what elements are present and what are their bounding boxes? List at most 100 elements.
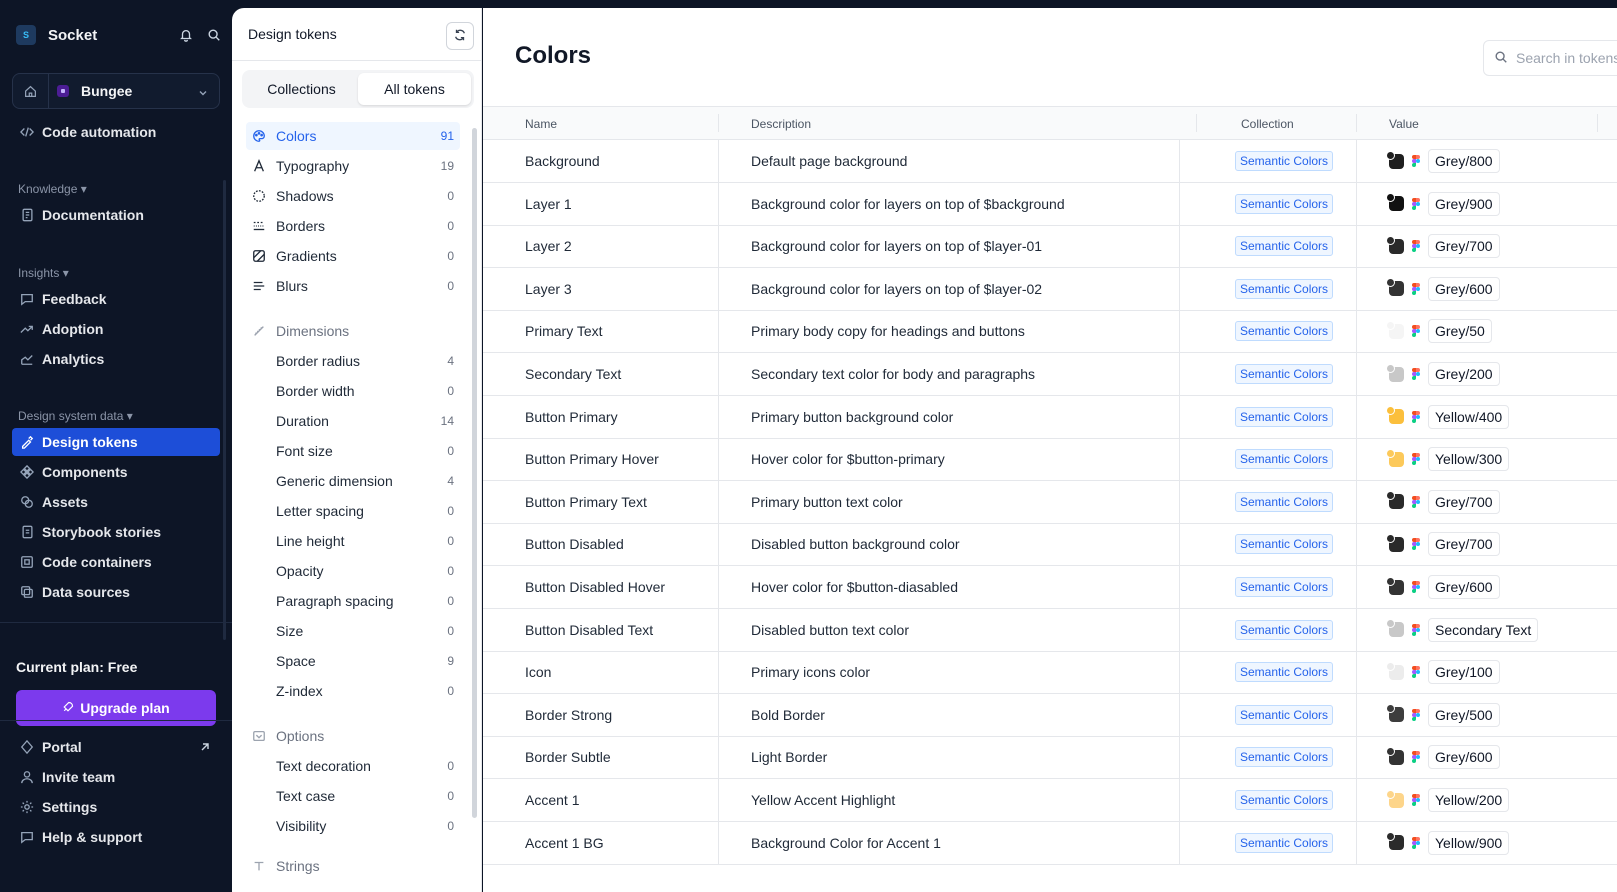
search-field[interactable] — [1483, 40, 1617, 76]
nav-code-automation[interactable]: Code automation — [12, 118, 220, 146]
nav-assets[interactable]: Assets — [12, 488, 220, 516]
value-reference[interactable]: Secondary Text — [1428, 617, 1539, 642]
collection-badge[interactable]: Semantic Colors — [1235, 662, 1334, 683]
collection-badge[interactable]: Semantic Colors — [1235, 619, 1334, 640]
table-row[interactable]: Primary Text Primary body copy for headi… — [483, 310, 1617, 354]
nav-storybook[interactable]: Storybook stories — [12, 518, 220, 546]
collection-badge[interactable]: Semantic Colors — [1235, 236, 1334, 257]
table-row[interactable]: Accent 1 BG Background Color for Accent … — [483, 821, 1617, 865]
value-reference[interactable]: Grey/600 — [1428, 575, 1500, 599]
table-row[interactable]: Button Disabled Hover Hover color for $b… — [483, 566, 1617, 609]
collection-badge[interactable]: Semantic Colors — [1235, 278, 1334, 299]
token-type-shadows[interactable]: Shadows 0 — [246, 182, 460, 210]
value-reference[interactable]: Grey/700 — [1428, 489, 1500, 514]
table-row[interactable]: Button Disabled Disabled button backgrou… — [483, 523, 1617, 567]
token-type-typography[interactable]: Typography 19 — [246, 152, 460, 180]
value-reference[interactable]: Grey/600 — [1428, 276, 1500, 301]
value-reference[interactable]: Grey/800 — [1428, 149, 1500, 173]
value-reference[interactable]: Grey/900 — [1428, 191, 1500, 216]
column-resizer[interactable] — [1196, 114, 1197, 132]
token-type-item[interactable]: Line height 0 — [246, 527, 460, 555]
column-resizer[interactable] — [1356, 114, 1357, 132]
column-value[interactable]: Value — [1389, 117, 1419, 131]
nav-adoption[interactable]: Adoption — [12, 315, 220, 343]
token-type-item[interactable]: Border radius 4 — [246, 347, 460, 375]
token-type-gradients[interactable]: Gradients 0 — [246, 242, 460, 270]
refresh-button[interactable] — [446, 22, 474, 50]
token-type-borders[interactable]: Borders 0 — [246, 212, 460, 240]
token-type-item[interactable]: Z-index 0 — [246, 677, 460, 705]
column-resizer[interactable] — [1597, 114, 1598, 132]
table-row[interactable]: Icon Primary icons color Semantic Colors… — [483, 651, 1617, 695]
token-type-item[interactable]: Font size 0 — [246, 437, 460, 465]
workspace-switcher[interactable]: Bungee — [12, 73, 220, 109]
token-type-colors[interactable]: Colors 91 — [246, 122, 460, 150]
value-reference[interactable]: Grey/600 — [1428, 745, 1500, 770]
token-type-item[interactable]: Duration 14 — [246, 407, 460, 435]
value-reference[interactable]: Grey/700 — [1428, 234, 1500, 259]
table-row[interactable]: Background Default page background Seman… — [483, 140, 1617, 183]
home-icon[interactable] — [13, 74, 49, 108]
group-options[interactable]: Options — [246, 722, 460, 750]
table-row[interactable]: Button Primary Hover Hover color for $bu… — [483, 438, 1617, 482]
search-input[interactable] — [1516, 50, 1617, 66]
table-row[interactable]: Layer 3 Background color for layers on t… — [483, 267, 1617, 311]
collection-badge[interactable]: Semantic Colors — [1235, 193, 1334, 214]
column-resizer[interactable] — [718, 114, 719, 132]
collection-badge[interactable]: Semantic Colors — [1235, 406, 1334, 427]
table-row[interactable]: Layer 2 Background color for layers on t… — [483, 225, 1617, 269]
panel-scrollbar[interactable] — [472, 128, 477, 818]
value-reference[interactable]: Grey/100 — [1428, 660, 1500, 685]
column-description[interactable]: Description — [751, 117, 811, 131]
nav-design-tokens[interactable]: Design tokens — [12, 428, 220, 456]
table-row[interactable]: Layer 1 Background color for layers on t… — [483, 182, 1617, 226]
nav-settings[interactable]: Settings — [12, 793, 220, 821]
nav-feedback[interactable]: Feedback — [12, 285, 220, 313]
value-reference[interactable]: Grey/50 — [1428, 319, 1492, 344]
nav-scrollbar[interactable] — [223, 180, 226, 640]
group-dimensions[interactable]: Dimensions — [246, 317, 460, 345]
token-type-item[interactable]: Paragraph spacing 0 — [246, 587, 460, 615]
collection-badge[interactable]: Semantic Colors — [1235, 491, 1334, 512]
column-collection[interactable]: Collection — [1241, 117, 1294, 131]
table-row[interactable]: Button Primary Primary button background… — [483, 395, 1617, 439]
value-reference[interactable]: Yellow/400 — [1428, 404, 1510, 429]
bell-icon[interactable] — [179, 28, 193, 42]
table-row[interactable]: Border Strong Bold Border Semantic Color… — [483, 693, 1617, 737]
token-type-blurs[interactable]: Blurs 0 — [246, 272, 460, 300]
token-type-item[interactable]: Size 0 — [246, 617, 460, 645]
value-reference[interactable]: Grey/200 — [1428, 362, 1500, 386]
token-type-item[interactable]: Generic dimension 4 — [246, 467, 460, 495]
nav-analytics[interactable]: Analytics — [12, 345, 220, 373]
token-type-item[interactable]: Text case 0 — [246, 782, 460, 810]
collection-badge[interactable]: Semantic Colors — [1235, 577, 1334, 597]
collection-badge[interactable]: Semantic Colors — [1235, 151, 1334, 171]
value-reference[interactable]: Yellow/300 — [1428, 447, 1510, 472]
column-name[interactable]: Name — [525, 117, 557, 131]
table-row[interactable]: Button Disabled Text Disabled button tex… — [483, 608, 1617, 652]
tab-all-tokens[interactable]: All tokens — [358, 73, 471, 105]
search-icon[interactable] — [207, 28, 221, 42]
nav-section-design-system-data[interactable]: Design system data ▾ — [18, 409, 133, 423]
collection-badge[interactable]: Semantic Colors — [1235, 449, 1334, 470]
nav-invite-team[interactable]: Invite team — [12, 763, 220, 791]
collection-badge[interactable]: Semantic Colors — [1235, 790, 1334, 810]
token-type-item[interactable]: Opacity 0 — [246, 557, 460, 585]
nav-help[interactable]: Help & support — [12, 823, 220, 851]
table-row[interactable]: Secondary Text Secondary text color for … — [483, 353, 1617, 396]
group-strings[interactable]: Strings — [246, 852, 460, 880]
collection-badge[interactable]: Semantic Colors — [1235, 321, 1334, 342]
collection-badge[interactable]: Semantic Colors — [1235, 364, 1334, 384]
nav-data-sources[interactable]: Data sources — [12, 578, 220, 606]
value-reference[interactable]: Grey/700 — [1428, 532, 1500, 557]
nav-code-containers[interactable]: Code containers — [12, 548, 220, 576]
collection-badge[interactable]: Semantic Colors — [1235, 704, 1334, 725]
collection-badge[interactable]: Semantic Colors — [1235, 534, 1334, 555]
tab-collections[interactable]: Collections — [245, 73, 358, 105]
table-row[interactable]: Accent 1 Yellow Accent Highlight Semanti… — [483, 779, 1617, 822]
token-type-item[interactable]: Visibility 0 — [246, 812, 460, 840]
value-reference[interactable]: Yellow/900 — [1428, 830, 1510, 855]
collection-badge[interactable]: Semantic Colors — [1235, 832, 1334, 853]
nav-section-knowledge[interactable]: Knowledge ▾ — [18, 182, 87, 196]
value-reference[interactable]: Yellow/200 — [1428, 788, 1510, 812]
